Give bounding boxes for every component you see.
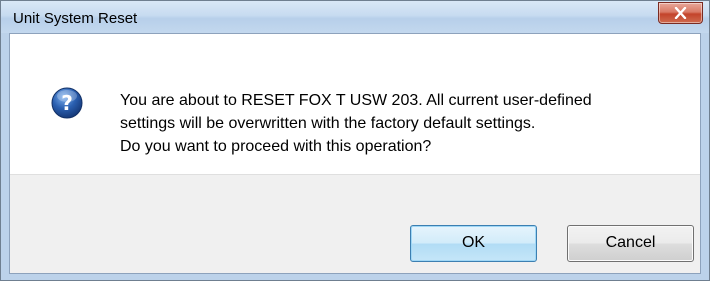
close-icon	[674, 7, 687, 19]
message-line: settings will be overwritten with the fa…	[120, 115, 536, 132]
message-area: ? You are about to RESET FOX T USW 203. …	[10, 34, 700, 174]
button-bar: OK Cancel	[10, 174, 700, 273]
ok-button[interactable]: OK	[410, 225, 537, 262]
message-line: Do you want to proceed with this operati…	[120, 138, 432, 155]
close-button[interactable]	[658, 2, 703, 24]
title-bar[interactable]: Unit System Reset	[1, 1, 709, 33]
dialog-window: Unit System Reset ? You are about to RES…	[0, 0, 710, 281]
question-icon: ?	[51, 87, 83, 119]
svg-text:?: ?	[61, 91, 73, 115]
message-line: You are about to RESET FOX T USW 203. Al…	[120, 92, 592, 109]
dialog-body: ? You are about to RESET FOX T USW 203. …	[9, 33, 701, 274]
cancel-button[interactable]: Cancel	[567, 225, 694, 262]
dialog-title: Unit System Reset	[13, 10, 138, 27]
message-text: You are about to RESET FOX T USW 203. Al…	[120, 89, 690, 158]
